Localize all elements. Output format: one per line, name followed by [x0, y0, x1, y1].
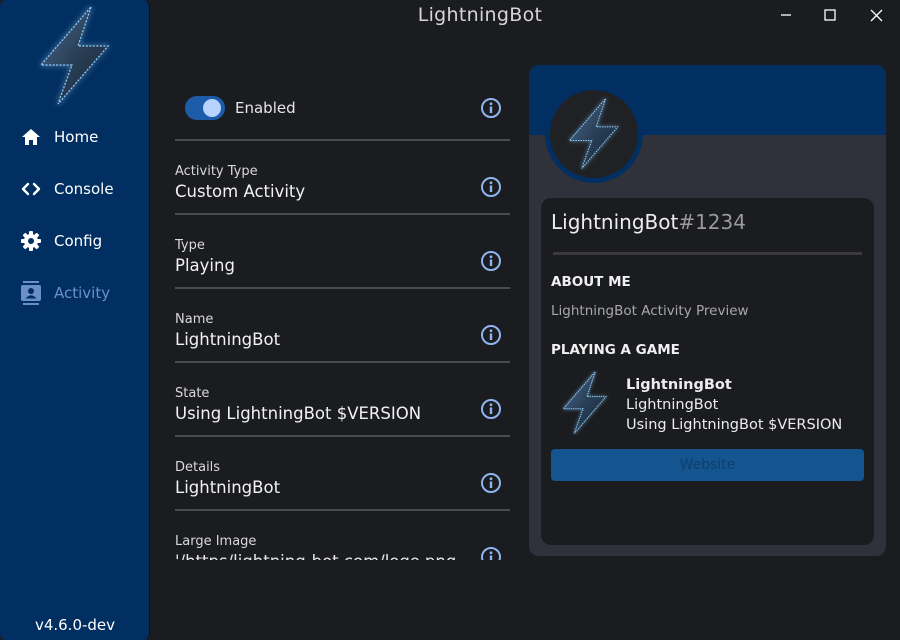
field-label: Activity Type [175, 164, 258, 179]
field-value[interactable]: Custom Activity [175, 182, 305, 201]
game-details: LightningBot [626, 397, 719, 413]
info-icon[interactable] [480, 250, 502, 272]
close-button[interactable] [864, 4, 888, 26]
version-label: v4.6.0-dev [34, 616, 116, 634]
username-text: LightningBot [551, 210, 679, 234]
game-heading: PLAYING A GAME [551, 342, 680, 358]
info-icon[interactable] [480, 398, 502, 420]
minimize-button[interactable] [774, 4, 798, 26]
info-icon[interactable] [480, 324, 502, 346]
activity-preview-card: LightningBot#1234 ABOUT ME LightningBot … [529, 65, 886, 556]
field-label: Type [175, 238, 205, 253]
field-value[interactable]: LightningBot [175, 330, 280, 349]
minimize-icon [781, 14, 791, 16]
info-icon[interactable] [480, 176, 502, 198]
sidebar: Home Console Config Activity v4.6.0-dev [0, 0, 150, 640]
lightning-logo-icon [39, 6, 110, 105]
field-label: State [175, 386, 210, 401]
field-details[interactable]: Details LightningBot [175, 437, 510, 511]
gear-icon [20, 230, 42, 252]
code-icon [20, 178, 42, 200]
discriminator: #1234 [678, 210, 746, 234]
field-label: Large Image [175, 534, 257, 549]
profile-username: LightningBot#1234 [551, 210, 746, 234]
game-state: Using LightningBot $VERSION [626, 417, 843, 433]
field-large-image[interactable]: Large Image '/https/lightning-bot.com/lo… [175, 511, 510, 560]
info-icon[interactable] [480, 546, 502, 560]
avatar [545, 85, 643, 183]
info-icon[interactable] [480, 472, 502, 494]
enabled-toggle[interactable] [185, 96, 225, 120]
sidebar-item-label: Home [54, 128, 99, 146]
enabled-label: Enabled [235, 99, 296, 117]
game-lightning-icon [562, 371, 608, 434]
field-value[interactable]: '/https/lightning-bot.com/logo.png [175, 552, 456, 560]
sidebar-item-config[interactable]: Config [20, 226, 102, 256]
app-window: Home Console Config Activity v4.6.0-dev … [0, 0, 900, 640]
field-value[interactable]: LightningBot [175, 478, 280, 497]
enabled-row: Enabled [175, 70, 510, 141]
divider [553, 252, 862, 255]
sidebar-item-label: Console [54, 180, 114, 198]
maximize-icon [824, 9, 836, 21]
game-name: LightningBot [626, 377, 732, 393]
contact-card-icon [20, 281, 42, 305]
about-heading: ABOUT ME [551, 274, 631, 290]
sidebar-item-label: Activity [54, 284, 111, 302]
field-value[interactable]: Using LightningBot $VERSION [175, 404, 421, 423]
about-text: LightningBot Activity Preview [551, 303, 749, 319]
lightning-avatar-icon [568, 98, 619, 169]
sidebar-item-activity[interactable]: Activity [20, 278, 110, 308]
window-title: LightningBot [417, 4, 543, 26]
field-state[interactable]: State Using LightningBot $VERSION [175, 363, 510, 437]
field-label: Name [175, 312, 214, 327]
close-icon [870, 9, 882, 21]
info-icon[interactable] [480, 97, 502, 119]
sidebar-item-console[interactable]: Console [20, 174, 114, 204]
field-activity-type[interactable]: Activity Type Custom Activity [175, 141, 510, 215]
field-value[interactable]: Playing [175, 256, 235, 275]
field-name[interactable]: Name LightningBot [175, 289, 510, 363]
game-info: LightningBot LightningBot Using Lightnin… [626, 375, 842, 435]
field-type[interactable]: Type Playing [175, 215, 510, 289]
sidebar-item-label: Config [54, 232, 103, 250]
toggle-knob [203, 99, 221, 117]
website-button[interactable]: Website [551, 449, 864, 481]
maximize-button[interactable] [818, 4, 842, 26]
sidebar-item-home[interactable]: Home [20, 122, 98, 152]
home-icon [20, 126, 42, 148]
field-label: Details [175, 460, 221, 475]
profile-body: LightningBot#1234 ABOUT ME LightningBot … [541, 198, 874, 545]
activity-settings: Enabled Activity Type Custom Activity Ty… [175, 70, 510, 560]
